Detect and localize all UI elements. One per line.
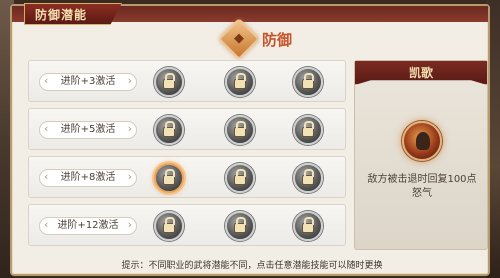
skill-detail-panel: 凯歌 敌方被击退时回复100点怒气	[354, 60, 488, 250]
lock-icon	[234, 73, 246, 89]
potential-slot[interactable]	[225, 67, 255, 97]
row-label: 进阶+5激活	[39, 121, 137, 139]
potential-row: 进阶+5激活	[28, 108, 346, 150]
potential-row: 进阶+8激活	[28, 156, 346, 198]
window-title-tab: 防御潜能	[24, 3, 122, 25]
potential-slot[interactable]	[293, 211, 323, 241]
lock-icon	[234, 169, 246, 185]
shield-icon: ◆	[217, 17, 261, 61]
potential-slot[interactable]	[293, 115, 323, 145]
lock-icon	[302, 121, 314, 137]
potential-row: 进阶+12激活	[28, 204, 346, 246]
potential-slot[interactable]	[154, 67, 184, 97]
warrior-portrait-icon	[402, 121, 442, 161]
lock-icon	[163, 73, 175, 89]
potential-panel: 防御潜能 ◆ 防御 进阶+3激活 进阶+5激活 进阶+8激活 进阶+12	[10, 3, 490, 276]
row-label: 进阶+12激活	[39, 217, 137, 235]
potential-slot[interactable]	[225, 211, 255, 241]
potential-slot[interactable]	[293, 163, 323, 193]
lock-icon	[302, 217, 314, 233]
lock-icon	[234, 217, 246, 233]
section-header: ◆ 防御	[217, 17, 293, 61]
potential-slot[interactable]	[154, 115, 184, 145]
lock-icon	[234, 121, 246, 137]
skill-title: 凯歌	[408, 66, 433, 80]
section-title: 防御	[262, 30, 293, 49]
potential-slot[interactable]	[154, 211, 184, 241]
potential-slot-selected[interactable]	[154, 163, 184, 193]
potential-row: 进阶+3激活	[28, 60, 346, 102]
potential-slot[interactable]	[225, 163, 255, 193]
row-label: 进阶+8激活	[39, 169, 137, 187]
lock-icon	[163, 121, 175, 137]
skill-description: 敌方被击退时回复100点怒气	[367, 174, 477, 199]
row-label: 进阶+3激活	[39, 73, 137, 91]
lock-icon	[302, 73, 314, 89]
lock-icon	[163, 217, 175, 233]
potential-slot[interactable]	[293, 67, 323, 97]
tip-text: 提示：不同职业的武将潜能不同，点击任意潜能技能可以随时更换	[121, 261, 383, 271]
lock-icon	[302, 169, 314, 185]
window-title: 防御潜能	[35, 7, 88, 22]
lock-icon	[163, 169, 175, 185]
potential-slot[interactable]	[225, 115, 255, 145]
